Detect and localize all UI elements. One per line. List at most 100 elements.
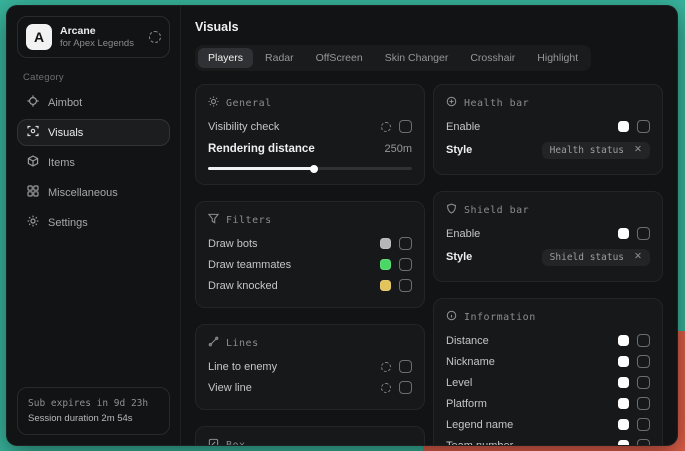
line-to-enemy-checkbox[interactable]	[399, 360, 412, 373]
color-swatch[interactable]	[380, 259, 391, 270]
information-section-header: Information	[446, 310, 650, 324]
health-enable-checkbox[interactable]	[637, 120, 650, 133]
main-panel: Visuals Players Radar OffScreen Skin Cha…	[181, 6, 677, 445]
row-label: Level	[446, 377, 618, 389]
level-row: Level	[446, 372, 650, 393]
funnel-icon	[208, 213, 219, 227]
section-title: General	[226, 98, 272, 109]
diagonal-line-icon	[208, 336, 219, 350]
visuals-tab-bar: Players Radar OffScreen Skin Changer Cro…	[195, 45, 591, 71]
row-label: Line to enemy	[208, 361, 381, 373]
draw-teammates-checkbox[interactable]	[399, 258, 412, 271]
app-header-text: Arcane for Apex Legends	[60, 25, 141, 50]
sidebar-item-miscellaneous[interactable]: Miscellaneous	[17, 179, 170, 206]
app-window: A Arcane for Apex Legends Category Aimbo…	[6, 5, 678, 446]
select-value: Shield status	[550, 252, 624, 263]
tab-offscreen[interactable]: OffScreen	[306, 48, 373, 68]
tab-skin-changer[interactable]: Skin Changer	[375, 48, 459, 68]
x-icon[interactable]: ✕	[634, 252, 642, 262]
row-label: Legend name	[446, 419, 618, 431]
sidebar-item-aimbot[interactable]: Aimbot	[17, 89, 170, 116]
visibility-check-checkbox[interactable]	[399, 120, 412, 133]
platform-checkbox[interactable]	[637, 397, 650, 410]
color-swatch[interactable]	[618, 335, 629, 346]
distance-row: Distance	[446, 330, 650, 351]
color-swatch[interactable]	[380, 280, 391, 291]
sidebar: A Arcane for Apex Legends Category Aimbo…	[7, 6, 181, 445]
sidebar-nav: Aimbot Visuals Items Miscellaneous	[17, 89, 170, 236]
tab-highlight[interactable]: Highlight	[527, 48, 588, 68]
gear-icon[interactable]	[381, 122, 391, 132]
rendering-distance-value: 250m	[384, 143, 412, 155]
nickname-checkbox[interactable]	[637, 355, 650, 368]
sidebar-item-label: Aimbot	[48, 97, 82, 109]
lines-section-header: Lines	[208, 336, 412, 350]
x-icon[interactable]: ✕	[634, 145, 642, 155]
row-label: Distance	[446, 335, 618, 347]
row-label: Rendering distance	[208, 143, 384, 155]
color-swatch[interactable]	[618, 121, 629, 132]
shield-style-select[interactable]: Shield status ✕	[542, 249, 650, 266]
draw-bots-row: Draw bots	[208, 233, 412, 254]
box-card: Box Enable Enable background	[195, 426, 425, 445]
shield-enable-checkbox[interactable]	[637, 227, 650, 240]
row-label: Style	[446, 144, 542, 156]
team-number-row: Team number	[446, 435, 650, 445]
tab-players[interactable]: Players	[198, 48, 253, 68]
team-number-checkbox[interactable]	[637, 439, 650, 445]
shield-bar-section-header: Shield bar	[446, 203, 650, 217]
settings-column-left: General Visibility check Rendering dista…	[195, 84, 425, 445]
sidebar-item-settings[interactable]: Settings	[17, 209, 170, 236]
rendering-distance-slider[interactable]	[208, 167, 412, 170]
app-header-card: A Arcane for Apex Legends	[17, 16, 170, 58]
row-label: Nickname	[446, 356, 618, 368]
subscription-info-card: Sub expires in 9d 23h Session duration 2…	[17, 387, 170, 435]
level-checkbox[interactable]	[637, 376, 650, 389]
box-icon	[208, 438, 219, 445]
general-section-header: General	[208, 96, 412, 110]
tab-radar[interactable]: Radar	[255, 48, 304, 68]
draw-knocked-checkbox[interactable]	[399, 279, 412, 292]
health-bar-card: Health bar Enable Style Health status	[433, 84, 663, 175]
tab-crosshair[interactable]: Crosshair	[460, 48, 525, 68]
sidebar-item-label: Visuals	[48, 127, 83, 139]
platform-row: Platform	[446, 393, 650, 414]
row-label: Platform	[446, 398, 618, 410]
row-label: Visibility check	[208, 121, 381, 133]
slider-fill	[208, 167, 314, 170]
shield-icon	[446, 203, 457, 217]
layout-grid-icon	[27, 185, 39, 200]
gear-icon[interactable]	[149, 31, 161, 43]
section-title: Lines	[226, 338, 259, 349]
view-line-checkbox[interactable]	[399, 381, 412, 394]
gear-icon[interactable]	[381, 362, 391, 372]
legend-name-checkbox[interactable]	[637, 418, 650, 431]
color-swatch[interactable]	[618, 398, 629, 409]
rendering-distance-row: Rendering distance 250m	[208, 139, 412, 159]
slider-knob[interactable]	[310, 165, 318, 173]
circle-plus-icon	[446, 96, 457, 110]
color-swatch[interactable]	[618, 228, 629, 239]
legend-name-row: Legend name	[446, 414, 650, 435]
shield-style-row: Style Shield status ✕	[446, 244, 650, 270]
sidebar-item-label: Miscellaneous	[48, 187, 118, 199]
row-label: Style	[446, 251, 542, 263]
health-style-select[interactable]: Health status ✕	[542, 142, 650, 159]
distance-checkbox[interactable]	[637, 334, 650, 347]
color-swatch[interactable]	[618, 419, 629, 430]
row-label: Enable	[446, 228, 618, 240]
lines-card: Lines Line to enemy View line	[195, 324, 425, 410]
color-swatch[interactable]	[380, 238, 391, 249]
sidebar-item-items[interactable]: Items	[17, 149, 170, 176]
draw-bots-checkbox[interactable]	[399, 237, 412, 250]
app-title: Arcane	[60, 25, 141, 38]
gear-icon[interactable]	[381, 383, 391, 393]
sub-expires-text: Sub expires in 9d 23h	[28, 396, 159, 411]
row-label: Team number	[446, 440, 618, 446]
sun-icon	[208, 96, 219, 110]
line-to-enemy-row: Line to enemy	[208, 356, 412, 377]
color-swatch[interactable]	[618, 377, 629, 388]
color-swatch[interactable]	[618, 356, 629, 367]
sidebar-item-visuals[interactable]: Visuals	[17, 119, 170, 146]
color-swatch[interactable]	[618, 440, 629, 445]
